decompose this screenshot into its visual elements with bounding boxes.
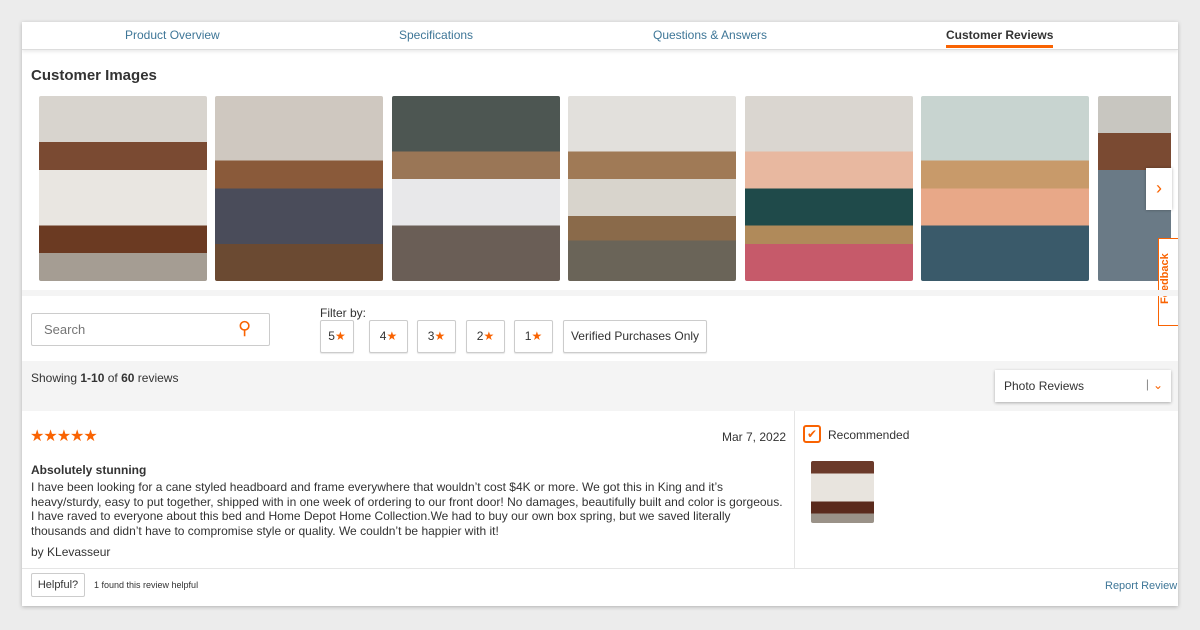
filter-verified-purchases[interactable]: Verified Purchases Only	[563, 320, 707, 353]
customer-image[interactable]	[392, 96, 560, 281]
search-icon[interactable]: ⚲	[238, 318, 251, 339]
star-icon: ★	[334, 329, 346, 343]
review-date: Mar 7, 2022	[722, 430, 787, 444]
star-icon: ★	[434, 329, 446, 343]
filter-1-star[interactable]: 1★	[514, 320, 553, 353]
chevron-right-icon[interactable]: ›	[1146, 168, 1172, 210]
star-icon: ★	[483, 329, 495, 343]
rating-stars: ★★★★★	[30, 428, 98, 445]
star-icon: ★	[386, 329, 398, 343]
divider	[22, 290, 1178, 296]
checkmark-icon: ✔	[803, 425, 821, 443]
filter-2-star[interactable]: 2★	[466, 320, 505, 353]
helpful-count: 1 found this review helpful	[94, 580, 199, 590]
review-photo[interactable]	[811, 461, 874, 523]
feedback-tab[interactable]: Feedback	[1158, 238, 1178, 326]
filter-3-star[interactable]: 3★	[417, 320, 456, 353]
filter-4-star[interactable]: 4★	[369, 320, 408, 353]
review-title: Absolutely stunning	[31, 463, 147, 477]
sort-dropdown[interactable]: Photo Reviews | ⌄	[995, 370, 1171, 402]
tab-bar: Product Overview Specifications Question…	[22, 22, 1178, 50]
star-icon: ★	[531, 329, 543, 343]
customer-image[interactable]	[745, 96, 913, 281]
review-author: by KLevasseur	[31, 545, 111, 559]
search-input[interactable]	[31, 313, 270, 346]
customer-image[interactable]	[568, 96, 736, 281]
report-review-link[interactable]: Report Review	[1105, 580, 1177, 592]
tab-customer-reviews[interactable]: Customer Reviews	[946, 28, 1054, 48]
filter-5-star[interactable]: 5★	[320, 320, 354, 353]
customer-image[interactable]	[39, 96, 207, 281]
filter-label: Filter by:	[320, 306, 367, 320]
recommended-label: Recommended	[828, 428, 910, 442]
helpful-button[interactable]: Helpful?	[31, 573, 85, 597]
customer-images-carousel	[39, 96, 1171, 281]
divider	[22, 568, 1178, 569]
results-summary: Showing 1-10 of 60 reviews	[31, 371, 179, 385]
reviews-page: Product Overview Specifications Question…	[22, 22, 1178, 606]
customer-image[interactable]	[215, 96, 383, 281]
divider	[794, 411, 795, 568]
customer-image[interactable]	[921, 96, 1089, 281]
tab-product-overview[interactable]: Product Overview	[125, 28, 220, 42]
chevron-down-icon: ⌄	[1152, 378, 1163, 392]
tab-questions-answers[interactable]: Questions & Answers	[653, 28, 767, 42]
review-body: I have been looking for a cane styled he…	[31, 480, 783, 538]
tab-specifications[interactable]: Specifications	[399, 28, 473, 42]
customer-images-title: Customer Images	[31, 67, 157, 84]
